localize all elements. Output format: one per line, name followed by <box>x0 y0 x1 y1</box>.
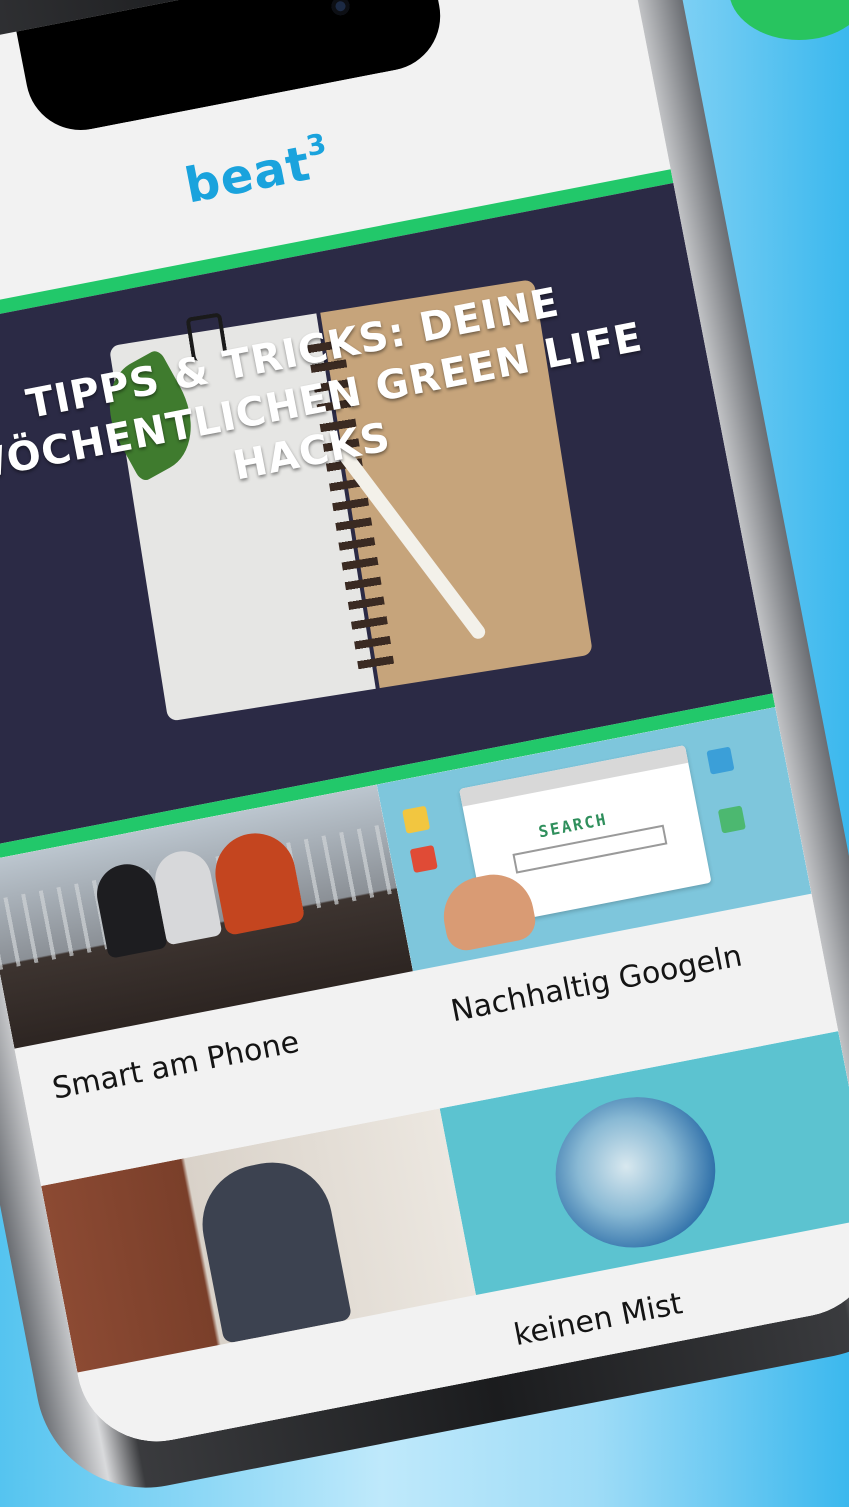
article-title[interactable]: keinen Mist <box>511 1286 685 1353</box>
logo-text: beat <box>180 135 316 215</box>
front-camera <box>329 0 352 17</box>
beat3-logo[interactable]: beat3 <box>180 127 335 215</box>
smartphone-mockup: beat3 TIPPS & TRICKS: DEINE WÖCHENTLICHE… <box>0 0 849 1507</box>
decorative-green-blob <box>729 0 849 40</box>
article-title[interactable]: Smart am Phone <box>50 1025 302 1107</box>
search-box <box>512 824 668 874</box>
